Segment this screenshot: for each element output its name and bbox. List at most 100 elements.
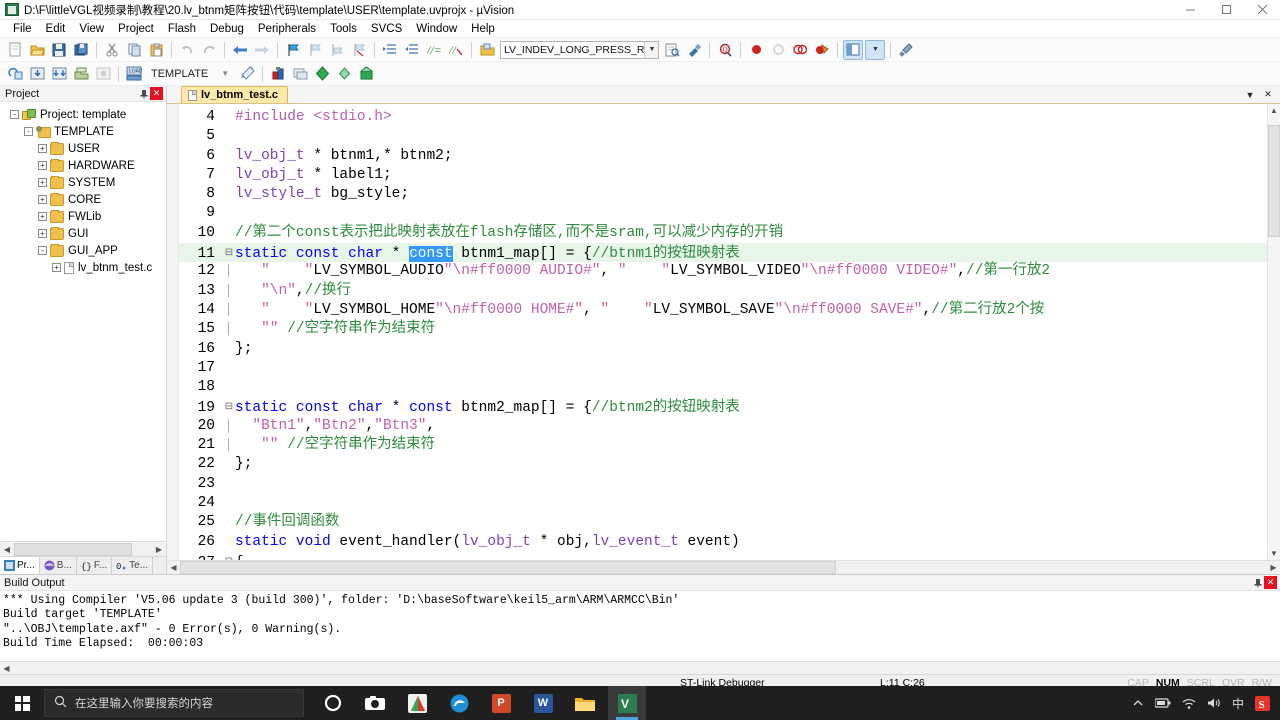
cut-icon[interactable] xyxy=(102,40,122,60)
scroll-thumb[interactable] xyxy=(180,561,836,574)
editor-v-scrollbar[interactable]: ▲ ▼ xyxy=(1267,104,1280,560)
window-layout-icon[interactable] xyxy=(843,39,864,60)
copy-icon[interactable] xyxy=(124,40,144,60)
scroll-right-icon[interactable]: ▶ xyxy=(1267,561,1280,574)
minimize-button[interactable] xyxy=(1172,0,1208,20)
scroll-left-icon[interactable]: ◀ xyxy=(0,662,13,675)
scroll-track[interactable] xyxy=(180,561,1267,574)
scroll-left-icon[interactable]: ◀ xyxy=(0,542,14,556)
file-explorer-icon[interactable] xyxy=(566,686,604,720)
show-hidden-icons-icon[interactable] xyxy=(1132,697,1144,709)
text-search-combo[interactable]: LV_INDEV_LONG_PRESS_R ▼ xyxy=(500,40,660,59)
disable-all-breakpoints-icon[interactable] xyxy=(790,40,810,60)
insert-breakpoint-icon[interactable] xyxy=(746,40,766,60)
target-selector-label[interactable]: TEMPLATE xyxy=(145,68,214,80)
tree-item-hardware[interactable]: + HARDWARE xyxy=(4,157,166,174)
configure-icon[interactable] xyxy=(684,40,704,60)
close-button[interactable] xyxy=(1244,0,1280,20)
bookmark-toggle-icon[interactable] xyxy=(283,40,303,60)
indent-icon[interactable] xyxy=(380,40,400,60)
menu-project[interactable]: Project xyxy=(111,22,161,36)
pack-update-icon[interactable] xyxy=(334,64,354,84)
pin-icon[interactable] xyxy=(1251,576,1264,589)
bookmark-clear-icon[interactable] xyxy=(349,40,369,60)
menu-svcs[interactable]: SVCS xyxy=(364,22,409,36)
panel-tab-project[interactable]: Pr... xyxy=(0,557,40,574)
scroll-down-icon[interactable]: ▼ xyxy=(1268,547,1280,560)
build-icon[interactable] xyxy=(27,64,47,84)
menu-window[interactable]: Window xyxy=(409,22,464,36)
tree-item-user[interactable]: + USER xyxy=(4,140,166,157)
menu-help[interactable]: Help xyxy=(464,22,502,36)
navigate-forward-icon[interactable] xyxy=(252,40,272,60)
tree-item-gui-app[interactable]: - GUI_APP xyxy=(4,242,166,259)
scroll-track[interactable] xyxy=(1268,117,1280,547)
code-viewport[interactable]: 4 #include <stdio.h> 5 6 lv_obj_t * btnm1,* … xyxy=(179,104,1267,560)
folder-app-icon[interactable] xyxy=(398,686,436,720)
camera-icon[interactable] xyxy=(356,686,394,720)
tree-item-system[interactable]: + SYSTEM xyxy=(4,174,166,191)
scroll-thumb[interactable] xyxy=(1268,125,1280,237)
outdent-icon[interactable] xyxy=(402,40,422,60)
battery-icon[interactable] xyxy=(1154,698,1171,708)
source-code[interactable]: 4 #include <stdio.h> 5 6 lv_obj_t * btnm1,* … xyxy=(179,104,1267,560)
sogou-input-icon[interactable]: S xyxy=(1255,695,1270,711)
scroll-track[interactable] xyxy=(13,662,1280,675)
cortana-icon[interactable] xyxy=(314,686,352,720)
tab-list-dropdown-icon[interactable]: ▼ xyxy=(1244,90,1256,100)
menu-flash[interactable]: Flash xyxy=(161,22,203,36)
uncomment-icon[interactable]: // xyxy=(446,40,466,60)
expander-icon[interactable]: - xyxy=(10,110,19,119)
find-in-files-icon[interactable] xyxy=(662,40,682,60)
windows-start-icon[interactable] xyxy=(0,686,44,720)
document-tab-lv-btnm-test-c[interactable]: lv_btnm_test.c xyxy=(181,86,289,103)
bookmark-prev-icon[interactable] xyxy=(305,40,325,60)
manage-packs-icon[interactable] xyxy=(356,64,376,84)
expander-icon[interactable]: + xyxy=(38,195,47,204)
scroll-up-icon[interactable]: ▲ xyxy=(1268,104,1280,117)
expander-icon[interactable]: + xyxy=(38,161,47,170)
manage-components-icon[interactable] xyxy=(268,64,288,84)
editor-gutter[interactable] xyxy=(167,104,179,560)
code-editor[interactable]: 4 #include <stdio.h> 5 6 lv_obj_t * btnm1,* … xyxy=(167,104,1280,560)
tree-item-fwlib[interactable]: + FWLib xyxy=(4,208,166,225)
scroll-left-icon[interactable]: ◀ xyxy=(167,561,180,574)
expander-icon[interactable]: + xyxy=(38,144,47,153)
menu-file[interactable]: File xyxy=(6,22,39,36)
word-icon[interactable]: W xyxy=(524,686,562,720)
redo-icon[interactable] xyxy=(199,40,219,60)
kill-all-breakpoints-icon[interactable] xyxy=(812,40,832,60)
tree-item-project-template[interactable]: - Project: template xyxy=(4,106,166,123)
ime-chinese-icon[interactable]: 中 xyxy=(1232,695,1244,712)
scroll-thumb[interactable] xyxy=(14,542,132,556)
panel-tab-books[interactable]: B... xyxy=(40,557,77,574)
navigate-back-icon[interactable] xyxy=(230,40,250,60)
save-icon[interactable] xyxy=(49,40,69,60)
tree-item-lv-btnm-test-c[interactable]: + lv_btnm_test.c xyxy=(4,259,166,276)
layout-dropdown-icon[interactable]: ▼ xyxy=(865,39,886,60)
paste-icon[interactable] xyxy=(146,40,166,60)
comment-icon[interactable]: //= xyxy=(424,40,444,60)
build-h-scrollbar[interactable]: ◀ xyxy=(0,661,1280,674)
close-panel-icon[interactable]: ✕ xyxy=(1264,576,1277,589)
target-dropdown-icon[interactable]: ▼ xyxy=(215,64,235,84)
close-panel-icon[interactable]: ✕ xyxy=(150,87,163,100)
wifi-icon[interactable] xyxy=(1182,698,1196,709)
rebuild-icon[interactable] xyxy=(49,64,69,84)
expander-icon[interactable]: + xyxy=(38,178,47,187)
browse-icon[interactable] xyxy=(477,40,497,60)
stop-build-icon[interactable] xyxy=(93,64,113,84)
expander-icon[interactable]: + xyxy=(52,263,61,272)
scroll-track[interactable] xyxy=(14,542,152,556)
close-document-icon[interactable]: ✕ xyxy=(1262,89,1274,100)
expander-icon[interactable]: + xyxy=(38,212,47,221)
expander-icon[interactable]: - xyxy=(38,246,47,255)
new-file-icon[interactable] xyxy=(5,40,25,60)
open-file-icon[interactable] xyxy=(27,40,47,60)
maximize-button[interactable] xyxy=(1208,0,1244,20)
pack-installer-icon[interactable] xyxy=(312,64,332,84)
menu-edit[interactable]: Edit xyxy=(39,22,73,36)
target-options-icon[interactable] xyxy=(237,64,257,84)
menu-peripherals[interactable]: Peripherals xyxy=(251,22,323,36)
menu-view[interactable]: View xyxy=(72,22,111,36)
